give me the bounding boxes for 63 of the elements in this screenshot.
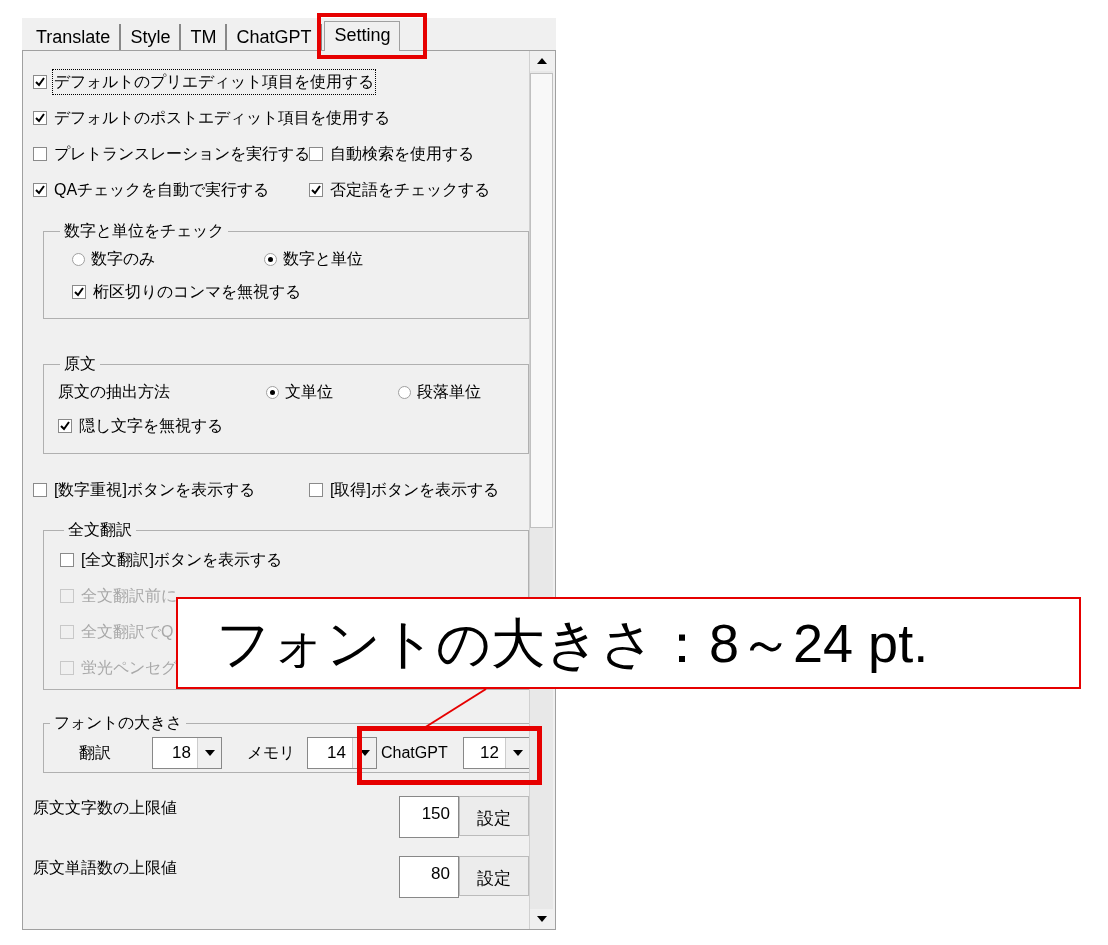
checkbox[interactable] xyxy=(72,285,86,299)
checkbox-label: プレトランスレーションを実行する xyxy=(53,144,311,164)
checkbox-label: [取得]ボタンを表示する xyxy=(329,480,500,500)
group-title: 数字と単位をチェック xyxy=(63,221,225,241)
dropdown-value: 12 xyxy=(479,742,500,764)
dropdown-arrow-icon xyxy=(204,750,215,756)
number-field[interactable]: 150 xyxy=(399,796,459,838)
radio-button[interactable] xyxy=(264,252,277,266)
checkbox-label: 蛍光ペンセグ xyxy=(80,658,178,678)
checkbox[interactable] xyxy=(33,183,47,197)
dropdown-value: 14 xyxy=(326,742,347,764)
scroll-thumb[interactable] xyxy=(530,73,553,528)
field-label: 原文単語数の上限値 xyxy=(33,858,178,878)
checkbox[interactable] xyxy=(309,183,323,197)
checkbox[interactable] xyxy=(33,483,47,497)
number-field[interactable]: 80 xyxy=(399,856,459,898)
checkbox-label: 桁区切りのコンマを無視する xyxy=(92,282,302,302)
group-title: 全文翻訳 xyxy=(67,520,133,540)
checkbox-label: 隠し文字を無視する xyxy=(78,416,224,436)
checkbox-label: 全文翻訳でQ xyxy=(80,622,175,642)
field-label: 原文文字数の上限値 xyxy=(33,798,178,818)
radio-label: 数字のみ xyxy=(91,249,155,269)
checkbox-label: [全文翻訳]ボタンを表示する xyxy=(80,550,283,570)
radio-button[interactable] xyxy=(72,252,85,266)
font-size-dropdown[interactable]: 12 xyxy=(463,737,530,769)
down-arrow-icon xyxy=(536,916,547,922)
font-size-dropdown[interactable]: 18 xyxy=(152,737,222,769)
checkbox[interactable] xyxy=(33,147,47,161)
tab[interactable]: Setting xyxy=(324,21,401,51)
set-button[interactable]: 設定 xyxy=(459,796,529,836)
set-button[interactable]: 設定 xyxy=(459,856,529,896)
checkbox-label: QAチェックを自動で実行する xyxy=(53,180,271,200)
group-title: 原文 xyxy=(63,354,97,374)
checkbox[interactable] xyxy=(33,111,47,125)
dropdown-arrow-icon xyxy=(359,750,370,756)
field-label: 原文の抽出方法 xyxy=(58,382,171,402)
group-title: フォントの大きさ xyxy=(53,713,183,733)
font-size-dropdown[interactable]: 14 xyxy=(307,737,377,769)
checkbox-label: デフォルトのプリエディット項目を使用する xyxy=(53,70,375,94)
radio-label: 文単位 xyxy=(285,382,333,402)
radio-label: 段落単位 xyxy=(417,382,481,402)
field-label: 翻訳 xyxy=(78,743,112,763)
scroll-up-button[interactable] xyxy=(530,51,553,71)
checkbox[interactable] xyxy=(33,75,47,89)
callout-note: フォントの大きさ：8～24 pt. xyxy=(176,597,1081,689)
up-arrow-icon xyxy=(536,58,547,64)
radio-button[interactable] xyxy=(398,385,411,399)
field-label: メモリ xyxy=(246,743,296,763)
checkbox-label: 自動検索を使用する xyxy=(329,144,475,164)
dropdown-arrow-icon xyxy=(512,750,523,756)
checkbox[interactable] xyxy=(309,483,323,497)
checkbox[interactable] xyxy=(60,553,74,567)
field-label: ChatGPT xyxy=(380,743,449,763)
checkbox[interactable] xyxy=(58,419,72,433)
checkbox-label: 全文翻訳前に xyxy=(80,586,178,606)
checkbox-label: 否定語をチェックする xyxy=(329,180,491,200)
radio-label: 数字と単位 xyxy=(283,249,363,269)
checkbox[interactable] xyxy=(309,147,323,161)
checkbox-label: [数字重視]ボタンを表示する xyxy=(53,480,256,500)
scroll-down-button[interactable] xyxy=(530,909,553,929)
checkbox-label: デフォルトのポストエディット項目を使用する xyxy=(53,108,391,128)
radio-button[interactable] xyxy=(266,385,279,399)
dropdown-value: 18 xyxy=(171,742,192,764)
